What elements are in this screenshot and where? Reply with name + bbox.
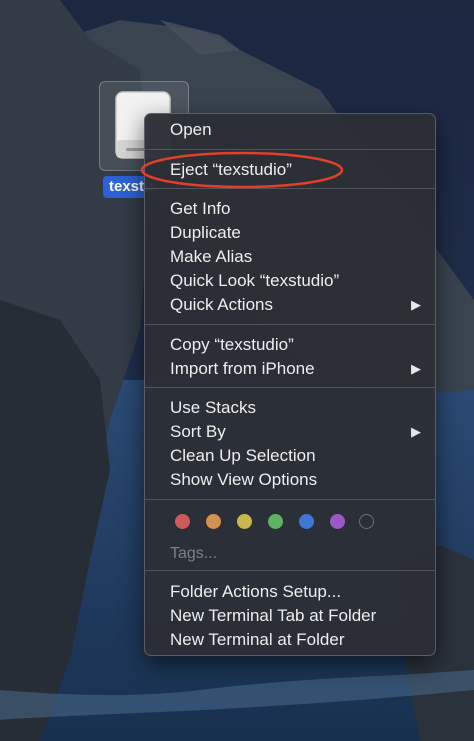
menu-item-label: Copy “texstudio” [170, 335, 294, 354]
submenu-arrow-icon: ▶ [411, 424, 421, 439]
tag-red-dot[interactable] [175, 514, 190, 529]
menu-item[interactable]: Duplicate [145, 221, 435, 245]
menu-item-label: Show View Options [170, 470, 318, 489]
tag-purple-dot[interactable] [330, 514, 345, 529]
menu-item-label: Sort By [170, 422, 226, 441]
menu-item-label: Make Alias [170, 247, 253, 266]
menu-item-label: Eject “texstudio” [170, 160, 292, 179]
tag-blue-dot[interactable] [299, 514, 314, 529]
menu-item[interactable]: Eject “texstudio” [145, 158, 435, 182]
menu-item[interactable]: Sort By ▶ [145, 420, 435, 444]
menu-item-label: Get Info [170, 199, 231, 218]
menu-item-label: Clean Up Selection [170, 446, 316, 465]
menu-item[interactable]: Copy “texstudio” [145, 333, 435, 357]
menu-item-label: Open [170, 120, 212, 139]
menu-item[interactable]: New Terminal Tab at Folder [145, 604, 435, 628]
menu-item-label: Folder Actions Setup... [170, 582, 342, 601]
menu-item[interactable]: Import from iPhone ▶ [145, 357, 435, 381]
menu-separator [145, 324, 435, 325]
submenu-arrow-icon: ▶ [411, 297, 421, 312]
menu-item-label: Quick Look “texstudio” [170, 271, 340, 290]
menu-item[interactable]: Folder Actions Setup... [145, 580, 435, 604]
menu-separator [145, 149, 435, 150]
context-menu: Open Eject “texstudio” Get Info Duplicate Ma… [144, 113, 436, 656]
menu-item-label: Quick Actions [170, 295, 273, 314]
menu-item-label: Use Stacks [170, 398, 256, 417]
tags-menu-item[interactable]: Tags... [170, 542, 217, 566]
menu-item-label: New Terminal at Folder [170, 630, 345, 649]
menu-separator [145, 570, 435, 571]
menu-item[interactable]: Quick Look “texstudio” [145, 269, 435, 293]
menu-item[interactable]: Quick Actions ▶ [145, 293, 435, 317]
submenu-arrow-icon: ▶ [411, 361, 421, 376]
menu-item[interactable]: Clean Up Selection [145, 444, 435, 468]
menu-item[interactable]: New Terminal at Folder [145, 628, 435, 652]
menu-item-label: Duplicate [170, 223, 241, 242]
menu-item-label: New Terminal Tab at Folder [170, 606, 377, 625]
menu-item-label: Import from iPhone [170, 359, 315, 378]
menu-item[interactable]: Show View Options [145, 468, 435, 492]
menu-item[interactable]: Use Stacks [145, 396, 435, 420]
menu-separator [145, 188, 435, 189]
tag-gray-dot[interactable] [359, 514, 374, 529]
menu-item[interactable]: Make Alias [145, 245, 435, 269]
tag-yellow-dot[interactable] [237, 514, 252, 529]
menu-item[interactable]: Get Info [145, 197, 435, 221]
menu-item[interactable]: Open [145, 118, 435, 142]
tag-green-dot[interactable] [268, 514, 283, 529]
menu-separator [145, 499, 435, 500]
tag-orange-dot[interactable] [206, 514, 221, 529]
menu-separator [145, 387, 435, 388]
